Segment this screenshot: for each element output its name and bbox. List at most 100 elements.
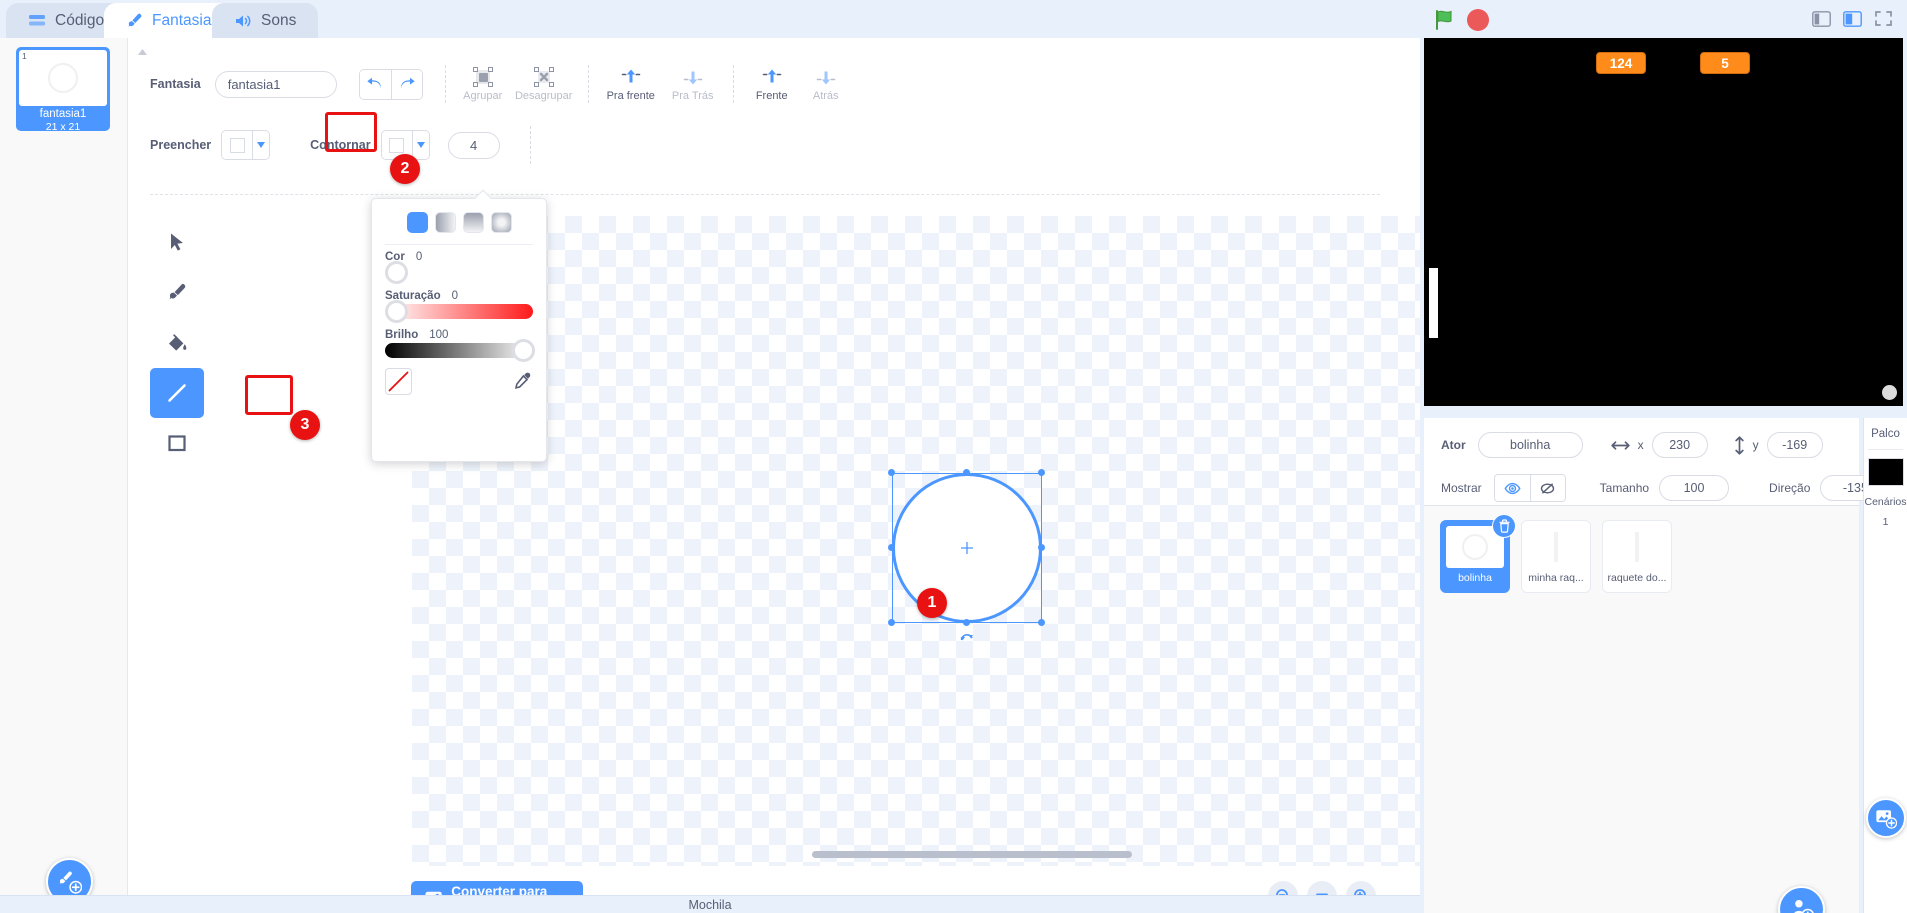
toolbar-divider-1	[444, 65, 446, 103]
add-backdrop-icon	[1876, 810, 1897, 829]
drawing-canvas[interactable]	[412, 216, 1522, 866]
toolbar-divider-2	[587, 65, 589, 103]
resize-handle-tl[interactable]	[888, 469, 895, 476]
delete-sprite-button[interactable]	[1492, 514, 1516, 538]
sprite-thumbnail	[1608, 526, 1666, 568]
resize-handle-ml[interactable]	[888, 544, 895, 551]
selected-shape[interactable]	[888, 469, 1045, 641]
backpack-label: Mochila	[688, 897, 732, 912]
fill-tool-button[interactable]	[150, 318, 204, 368]
sprite-card-label: minha raq...	[1528, 572, 1584, 584]
popup-bottom-row	[385, 368, 533, 395]
direction-label: Direção	[1769, 481, 1811, 495]
add-backdrop-button[interactable]	[1866, 798, 1906, 838]
resize-handle-mr[interactable]	[1038, 544, 1045, 551]
tab-codigo-label: Código	[55, 11, 105, 29]
tab-sons[interactable]: Sons	[212, 3, 319, 38]
hue-slider-knob[interactable]	[385, 261, 408, 284]
front-button[interactable]: Frente	[744, 66, 800, 102]
group-button[interactable]: Agrupar	[456, 66, 510, 102]
back-button[interactable]: Atrás	[800, 66, 852, 102]
fullscreen-button[interactable]	[1872, 7, 1895, 30]
paint-toolbar-bottom: Preencher Contornar	[150, 120, 1380, 170]
paint-bucket-icon	[169, 334, 187, 351]
stage-panel-divider	[1868, 449, 1903, 450]
arrow-down-icon	[683, 71, 703, 85]
backpack-bar[interactable]: Mochila	[0, 895, 1420, 913]
sprite-visibility-row: Mostrar Tamanho Dire	[1441, 474, 1891, 502]
large-stage-button[interactable]	[1841, 7, 1864, 30]
rotate-handle[interactable]	[960, 631, 975, 647]
canvas-horizontal-scrollbar[interactable]	[812, 851, 1132, 858]
add-sprite-button[interactable]	[1778, 886, 1825, 913]
add-sprite-icon	[1794, 900, 1814, 913]
show-label: Mostrar	[1441, 481, 1482, 495]
sprite-name-input[interactable]	[1477, 432, 1583, 458]
y-input[interactable]	[1766, 432, 1823, 458]
resize-handle-tc[interactable]	[963, 469, 970, 476]
hide-sprite-button[interactable]	[1529, 475, 1565, 501]
color-picker-popup[interactable]: Cor 0 Saturação 0 Brilho 100	[371, 189, 547, 462]
sprite-card-bolinha[interactable]: bolinha	[1440, 514, 1516, 593]
hue-slider-label: Cor 0	[385, 251, 533, 263]
toolbar-divider-3	[732, 65, 734, 103]
scroll-up-icon[interactable]	[132, 43, 152, 61]
hue-slider-track[interactable]	[385, 261, 533, 284]
stop-button[interactable]	[1467, 9, 1489, 31]
saturation-value: 0	[451, 290, 459, 302]
resize-handle-br[interactable]	[1038, 619, 1045, 626]
stage-panel: Palco Cenários 1	[1863, 418, 1907, 913]
sprite-name-field-label: Ator	[1441, 438, 1466, 452]
small-stage-button[interactable]	[1810, 7, 1833, 30]
size-input[interactable]	[1659, 475, 1730, 501]
brush-tool-button[interactable]	[150, 268, 204, 318]
brightness-slider-track[interactable]	[385, 339, 535, 362]
drawing-canvas-area[interactable]	[412, 216, 1522, 866]
costume-name-input[interactable]	[214, 70, 337, 98]
tab-bar: Código Fantasias Sons	[0, 0, 1420, 38]
green-flag-button[interactable]	[1433, 8, 1457, 32]
rect-tool-button[interactable]	[150, 418, 204, 468]
popup-arrow	[474, 189, 492, 207]
line-tool-button[interactable]	[150, 368, 204, 418]
stroke-dropdown-caret[interactable]	[411, 131, 429, 159]
backdrop-thumbnail[interactable]	[1867, 458, 1904, 486]
x-input[interactable]	[1651, 432, 1708, 458]
saturation-slider-track[interactable]	[385, 300, 533, 323]
sprite-card-label: bolinha	[1458, 572, 1492, 584]
sprite-card-minha-raquete[interactable]: minha raq...	[1521, 520, 1591, 593]
resize-handle-tr[interactable]	[1038, 469, 1045, 476]
stroke-width-input[interactable]	[447, 131, 500, 159]
tools-palette	[150, 218, 204, 468]
gradient-radial-swatch[interactable]	[490, 212, 512, 233]
resize-handle-bl[interactable]	[888, 619, 895, 626]
brightness-slider-knob[interactable]	[512, 339, 535, 362]
eyedropper-button[interactable]	[509, 370, 533, 394]
gradient-horizontal-swatch[interactable]	[434, 212, 456, 233]
ungroup-button[interactable]: Desagrupar	[510, 66, 578, 102]
resize-handle-bc[interactable]	[963, 619, 970, 626]
backward-button[interactable]: Pra Trás	[663, 66, 723, 102]
forward-button[interactable]: Pra frente	[599, 66, 663, 102]
select-tool-button[interactable]	[150, 218, 204, 268]
gradient-vertical-swatch[interactable]	[462, 212, 484, 233]
stage-display[interactable]: 124 5	[1424, 38, 1903, 406]
fill-color-picker[interactable]	[221, 130, 271, 160]
undo-button[interactable]	[359, 69, 391, 99]
sprite-card-raquete-do[interactable]: raquete do...	[1602, 520, 1672, 593]
costume-item-fantasia1[interactable]: 1 fantasia1 21 x 21	[16, 47, 110, 133]
no-color-swatch[interactable]	[385, 368, 412, 395]
speaker-icon	[234, 13, 253, 29]
redo-icon	[400, 77, 415, 89]
redo-button[interactable]	[390, 69, 422, 99]
fill-swatch[interactable]	[222, 131, 253, 159]
show-sprite-button[interactable]	[1494, 475, 1530, 501]
x-label: x	[1637, 438, 1644, 452]
gradient-solid-swatch[interactable]	[406, 212, 428, 233]
saturation-slider-knob[interactable]	[385, 300, 408, 323]
group-button-label: Agrupar	[463, 90, 503, 102]
annotation-badge-1: 1	[917, 588, 947, 618]
costume-preview-circle	[48, 63, 78, 93]
fill-dropdown-caret[interactable]	[252, 131, 270, 159]
ball-sprite	[1882, 385, 1897, 400]
